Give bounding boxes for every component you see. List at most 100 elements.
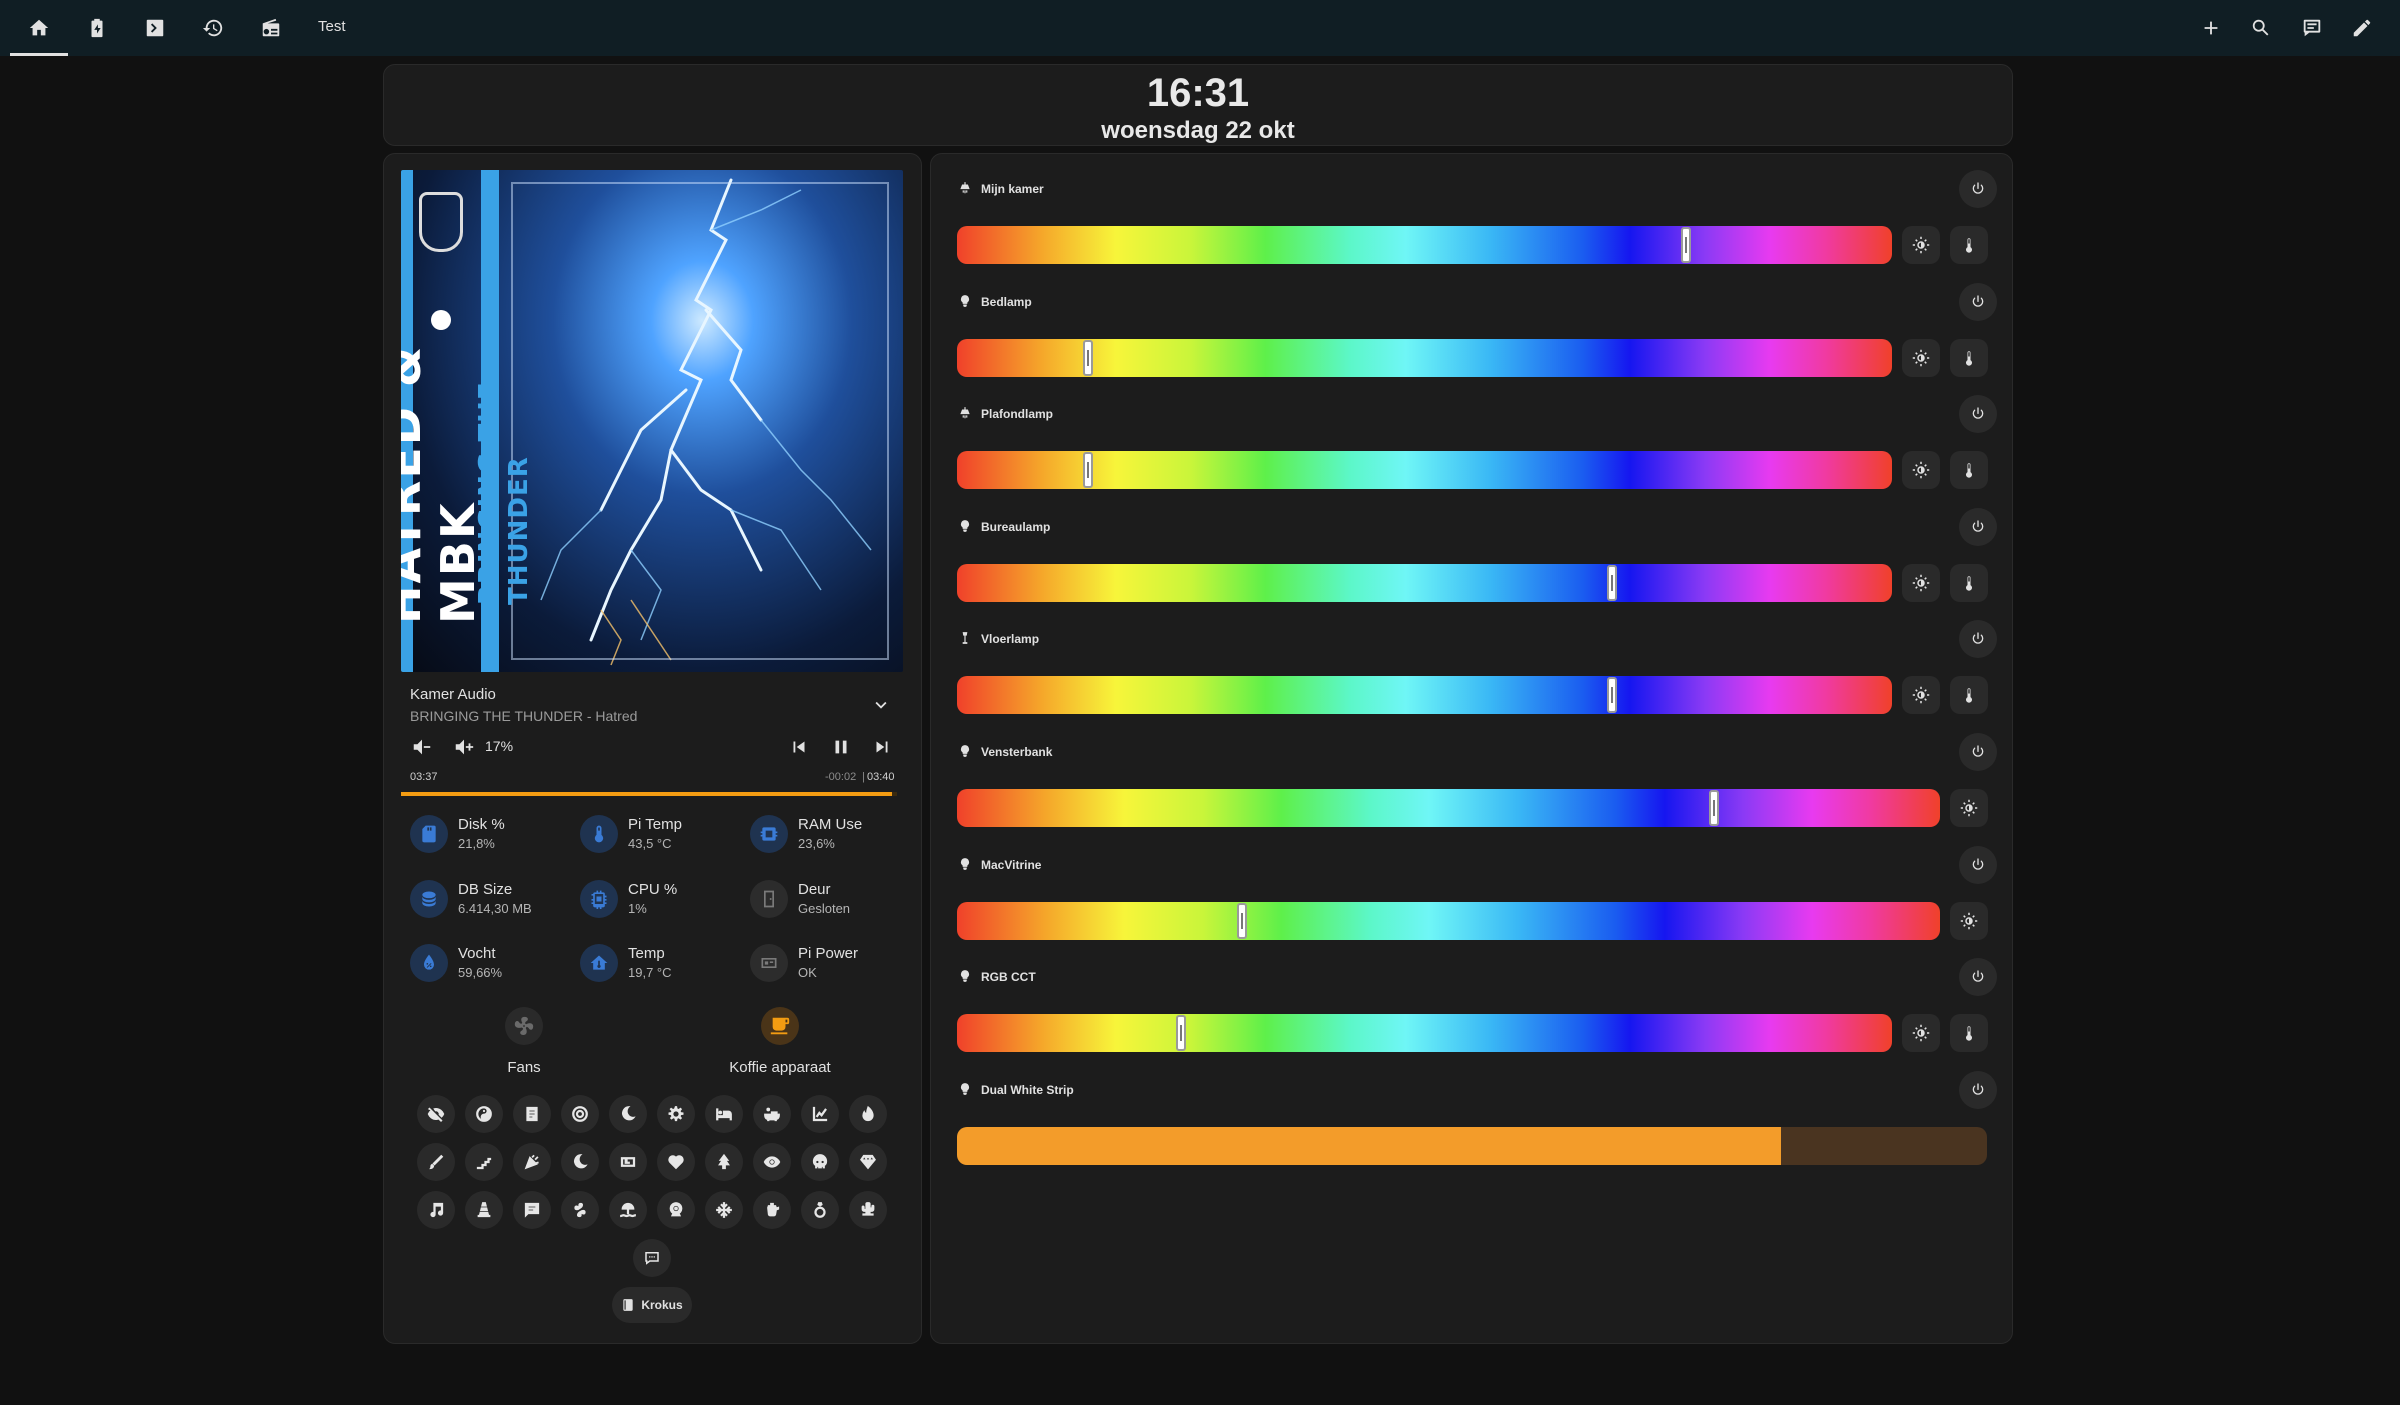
power-button-bedlamp[interactable] xyxy=(1959,282,1997,321)
color-temp-button-vloerlamp[interactable] xyxy=(1950,676,1988,715)
brightness-mode-button-vloerlamp[interactable] xyxy=(1902,676,1940,715)
scene-chip[interactable] xyxy=(633,1239,671,1277)
tab-battery[interactable] xyxy=(68,0,126,56)
hue-slider-plafondlamp[interactable] xyxy=(957,451,1892,490)
brightness-mode-button-vensterbank[interactable] xyxy=(1950,789,1988,827)
scene-chip[interactable] xyxy=(465,1095,503,1133)
hue-slider-vensterbank[interactable] xyxy=(957,789,1940,827)
hue-slider-mijn-kamer[interactable] xyxy=(957,226,1892,264)
power-button-mijn-kamer[interactable] xyxy=(1959,170,1997,208)
hue-slider-rgb-cct[interactable] xyxy=(957,1014,1892,1053)
power-button-plafondlamp[interactable] xyxy=(1959,395,1997,434)
slider-handle[interactable] xyxy=(1681,227,1692,263)
sensor-db-size[interactable]: DB Size 6.414,30 MB xyxy=(410,878,580,922)
previous-track-button[interactable] xyxy=(784,732,814,762)
sensor-pi-power[interactable]: Pi Power OK xyxy=(750,942,920,986)
sensor-cpu[interactable]: CPU % 1% xyxy=(580,878,750,922)
power-button-rgb-cct[interactable] xyxy=(1959,958,1997,997)
sensor-vocht[interactable]: Vocht 59,66% xyxy=(410,942,580,986)
skip-next-icon xyxy=(876,741,888,753)
volume-up-button[interactable] xyxy=(449,732,479,762)
color-temp-button-mijn-kamer[interactable] xyxy=(1950,226,1988,264)
hue-slider-bureaulamp[interactable] xyxy=(957,563,1892,602)
power-button-bureaulamp[interactable] xyxy=(1959,507,1997,546)
scene-chip[interactable] xyxy=(657,1095,695,1133)
scene-chip[interactable] xyxy=(561,1143,599,1181)
scene-chip[interactable] xyxy=(801,1143,839,1181)
scene-chip[interactable] xyxy=(513,1095,551,1133)
brightness-mode-button-macvitrine[interactable] xyxy=(1950,901,1988,940)
sensor-disk[interactable]: Disk % 21,8% xyxy=(410,813,580,857)
scene-chip[interactable] xyxy=(753,1143,791,1181)
tab-history[interactable] xyxy=(184,0,242,56)
scene-chip[interactable] xyxy=(465,1191,503,1229)
tab-radio[interactable] xyxy=(242,0,300,56)
scene-chip[interactable] xyxy=(561,1095,599,1133)
scene-chip[interactable] xyxy=(417,1095,455,1133)
bulb-icon xyxy=(960,1082,970,1095)
scene-chip[interactable] xyxy=(609,1095,647,1133)
hue-slider-bedlamp[interactable] xyxy=(957,338,1892,377)
fans-button[interactable]: Fans xyxy=(424,1007,624,1087)
hue-slider-vloerlamp[interactable] xyxy=(957,676,1892,715)
scene-chip[interactable] xyxy=(705,1191,743,1229)
edit-dashboard-button[interactable] xyxy=(2333,0,2391,56)
scene-chip[interactable] xyxy=(801,1191,839,1229)
scene-chip[interactable] xyxy=(561,1191,599,1229)
scene-chip[interactable] xyxy=(849,1143,887,1181)
sensor-deur[interactable]: Deur Gesloten xyxy=(750,878,920,922)
tab-home[interactable] xyxy=(10,0,68,56)
volume-mute-button[interactable] xyxy=(407,732,437,762)
brightness-slider-dual-white-strip[interactable] xyxy=(957,1126,1987,1165)
sensor-temp[interactable]: Temp 19,7 °C xyxy=(580,942,750,986)
slider-handle[interactable] xyxy=(1082,452,1093,489)
scene-chip[interactable] xyxy=(849,1191,887,1229)
koffie-button[interactable]: Koffie apparaat xyxy=(680,1007,880,1087)
scene-chip[interactable] xyxy=(609,1191,647,1229)
search-button[interactable] xyxy=(2232,0,2290,56)
brightness-mode-button-rgb-cct[interactable] xyxy=(1902,1014,1940,1053)
scene-chip[interactable] xyxy=(417,1143,455,1181)
brightness-mode-button-mijn-kamer[interactable] xyxy=(1902,226,1940,264)
slider-handle[interactable] xyxy=(1708,790,1719,826)
scene-chip[interactable] xyxy=(513,1191,551,1229)
brightness-mode-button-plafondlamp[interactable] xyxy=(1902,451,1940,490)
krokus-button[interactable]: Krokus xyxy=(612,1287,692,1323)
brightness-mode-button-bedlamp[interactable] xyxy=(1902,338,1940,377)
slider-handle[interactable] xyxy=(1082,339,1093,376)
hue-slider-macvitrine[interactable] xyxy=(957,901,1940,940)
slider-handle[interactable] xyxy=(1606,677,1617,714)
scene-chip[interactable] xyxy=(753,1095,791,1133)
tab-terminal[interactable] xyxy=(126,0,184,56)
next-track-button[interactable] xyxy=(867,732,897,762)
slider-handle[interactable] xyxy=(1176,1015,1187,1052)
album-art[interactable]: HATRED & MBK BRINGING THE THUNDER xyxy=(401,170,903,672)
power-button-macvitrine[interactable] xyxy=(1959,845,1997,884)
media-progress-bar[interactable] xyxy=(401,792,897,796)
power-button-vensterbank[interactable] xyxy=(1959,733,1997,771)
play-pause-button[interactable] xyxy=(826,732,856,762)
color-temp-button-bedlamp[interactable] xyxy=(1950,338,1988,377)
brightness-mode-button-bureaulamp[interactable] xyxy=(1902,563,1940,602)
scene-chip[interactable] xyxy=(609,1143,647,1181)
slider-handle[interactable] xyxy=(1606,564,1617,601)
scene-chip[interactable] xyxy=(705,1095,743,1133)
scene-chip[interactable] xyxy=(417,1191,455,1229)
dashboard-title[interactable]: Test xyxy=(318,18,346,35)
scene-chip[interactable] xyxy=(753,1191,791,1229)
sensor-ram-use[interactable]: RAM Use 23,6% xyxy=(750,813,920,857)
scene-chip[interactable] xyxy=(513,1143,551,1181)
color-temp-button-plafondlamp[interactable] xyxy=(1950,451,1988,490)
scene-chip[interactable] xyxy=(657,1191,695,1229)
slider-handle[interactable] xyxy=(1237,902,1248,939)
sensor-pi-temp[interactable]: Pi Temp 43,5 °C xyxy=(580,813,750,857)
expand-button[interactable] xyxy=(866,690,896,720)
scene-chip[interactable] xyxy=(657,1143,695,1181)
scene-chip[interactable] xyxy=(849,1095,887,1133)
color-temp-button-bureaulamp[interactable] xyxy=(1950,563,1988,602)
color-temp-button-rgb-cct[interactable] xyxy=(1950,1014,1988,1053)
scene-chip[interactable] xyxy=(801,1095,839,1133)
scene-chip[interactable] xyxy=(465,1143,503,1181)
power-button-dual-white-strip[interactable] xyxy=(1959,1070,1997,1109)
scene-chip[interactable] xyxy=(705,1143,743,1181)
